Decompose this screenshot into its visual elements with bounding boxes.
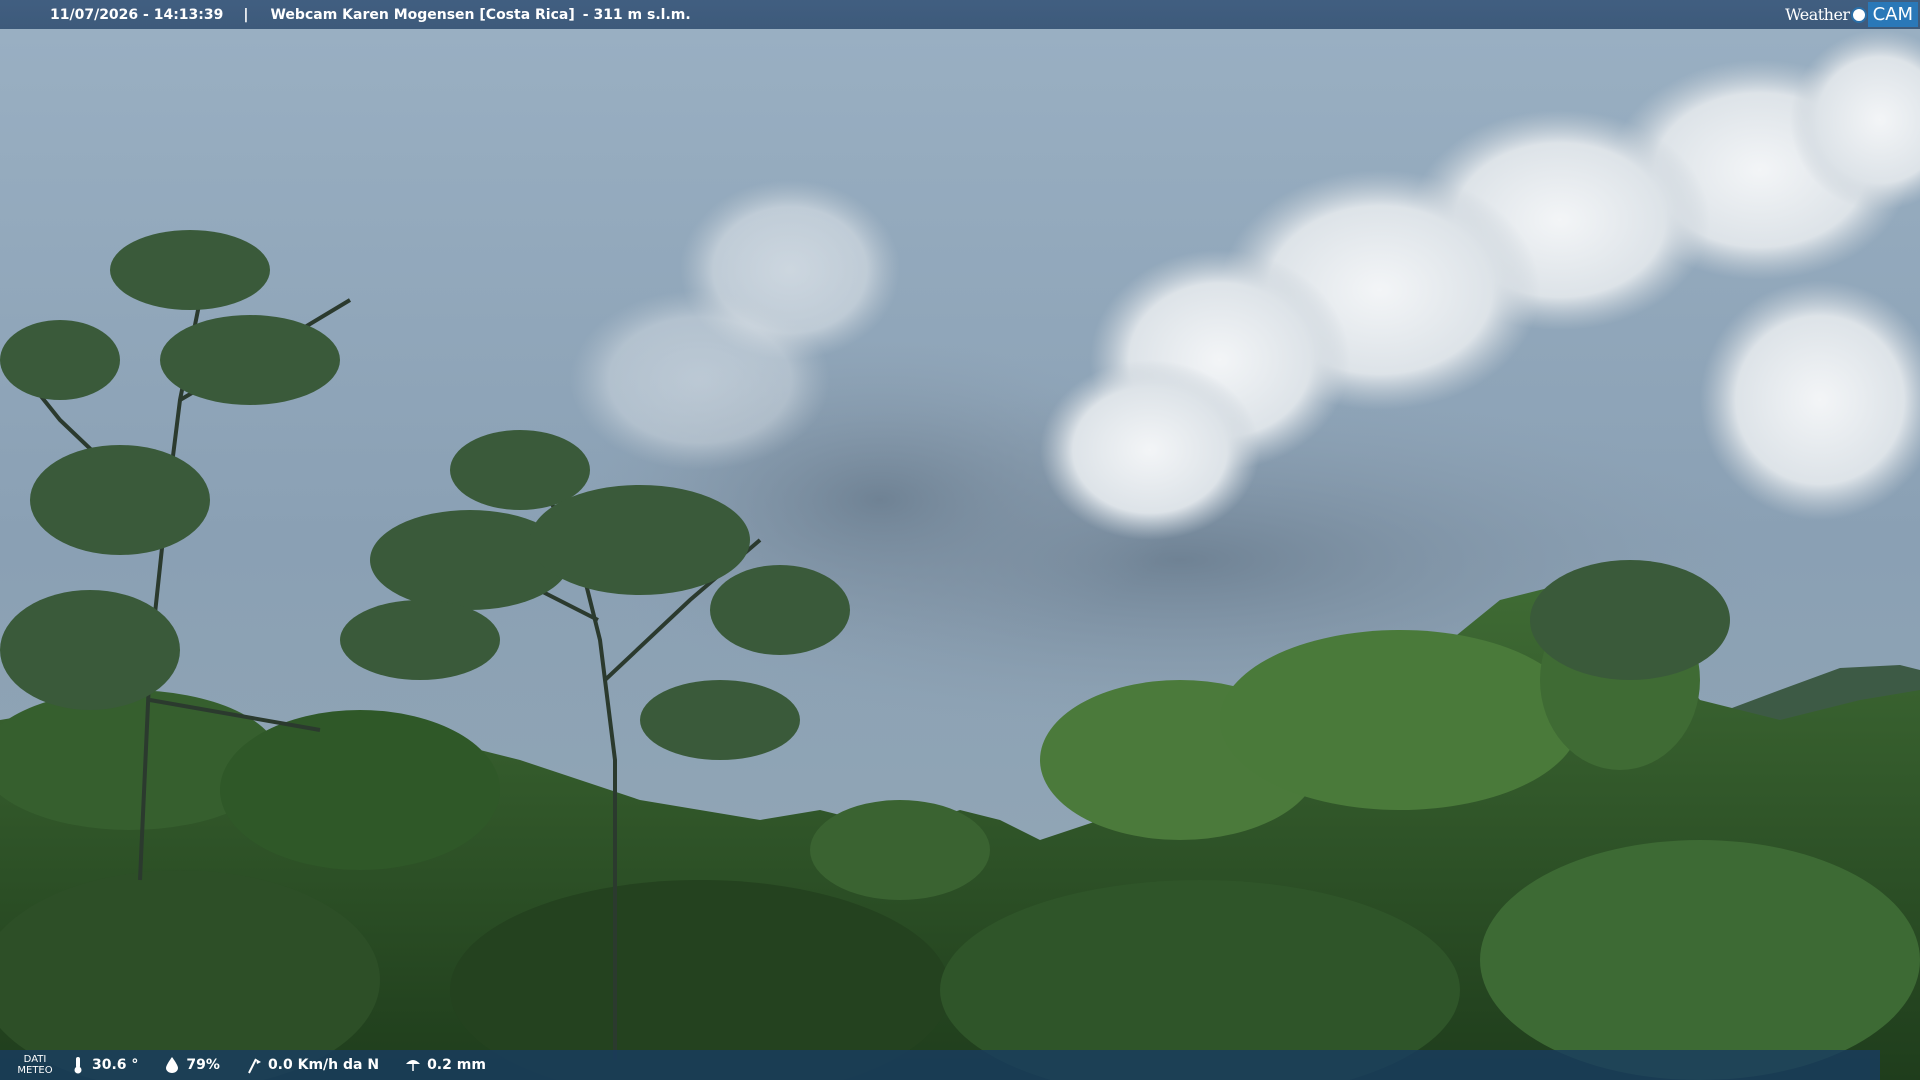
rain-value: 0.2 mm bbox=[427, 1057, 486, 1073]
logo-weather-text: Weather bbox=[1785, 5, 1850, 24]
humidity-icon bbox=[166, 1057, 179, 1073]
thermometer-icon bbox=[74, 1057, 82, 1074]
humidity-value: 79% bbox=[186, 1057, 220, 1073]
temperature-reading: 30.6 ° bbox=[70, 1056, 138, 1074]
webcam-title: Webcam Karen Mogensen [Costa Rica] bbox=[270, 6, 575, 23]
separator: | bbox=[243, 6, 249, 23]
wind-value: 0.0 Km/h da N bbox=[267, 1057, 380, 1073]
weather-data-label: DATI METEO bbox=[17, 1054, 53, 1076]
logo-dot-icon bbox=[1850, 6, 1867, 23]
webcam-image bbox=[0, 0, 1920, 1080]
rain-reading: 0.2 mm bbox=[405, 1056, 486, 1074]
wind-icon bbox=[248, 1058, 261, 1074]
rain-icon bbox=[406, 1060, 421, 1071]
timestamp: 11/07/2026 - 14:13:39 bbox=[50, 6, 224, 23]
weathercam-logo[interactable]: Weather CAM bbox=[1785, 2, 1918, 27]
wind-reading: 0.0 Km/h da N bbox=[246, 1056, 379, 1074]
altitude: - 311 m s.l.m. bbox=[582, 6, 691, 23]
top-info-bar: 11/07/2026 - 14:13:39 | Webcam Karen Mog… bbox=[0, 0, 1920, 29]
logo-cam-text: CAM bbox=[1867, 2, 1918, 27]
weather-data-bar: DATI METEO 30.6 ° 79% 0.0 Km/h da N 0.2 … bbox=[0, 1050, 1880, 1080]
humidity-reading: 79% bbox=[164, 1056, 220, 1074]
temperature-value: 30.6 ° bbox=[92, 1057, 139, 1073]
